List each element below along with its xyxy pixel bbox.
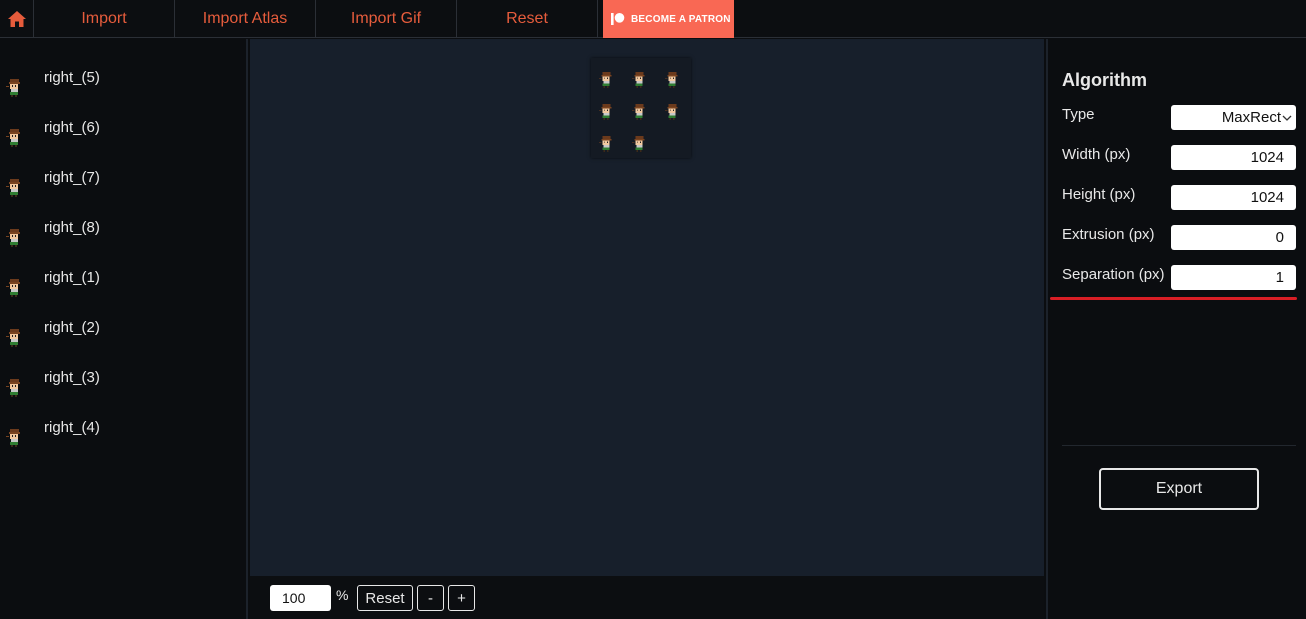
sprite-name: right_(4) bbox=[44, 419, 100, 436]
atlas-sprite bbox=[665, 104, 679, 125]
sprite-list-item[interactable]: right_(4) bbox=[0, 389, 240, 447]
sprite-list-item[interactable]: right_(1) bbox=[0, 239, 240, 297]
sprite-list-item[interactable]: right_(7) bbox=[0, 139, 240, 197]
atlas-sprite bbox=[599, 104, 613, 125]
atlas-sprite bbox=[632, 72, 646, 93]
separation-label: Separation (px) bbox=[1062, 266, 1165, 283]
import-gif-button[interactable]: Import Gif bbox=[316, 0, 457, 38]
patreon-icon bbox=[611, 13, 625, 25]
import-button[interactable]: Import bbox=[34, 0, 175, 38]
sprite-name: right_(8) bbox=[44, 219, 100, 236]
algorithm-title: Algorithm bbox=[1062, 70, 1147, 90]
reset-button[interactable]: Reset bbox=[457, 0, 598, 38]
zoom-in-button[interactable]: + bbox=[448, 585, 475, 611]
home-icon bbox=[7, 11, 26, 27]
atlas-canvas[interactable] bbox=[250, 39, 1044, 576]
export-button[interactable]: Export bbox=[1099, 468, 1259, 510]
chevron-down-icon bbox=[1282, 115, 1292, 121]
type-select-value: MaxRect bbox=[1221, 109, 1281, 126]
import-atlas-button[interactable]: Import Atlas bbox=[175, 0, 316, 38]
zoom-out-button[interactable]: - bbox=[417, 585, 444, 611]
atlas-sprite bbox=[599, 136, 613, 157]
atlas-sprite bbox=[665, 72, 679, 93]
become-patron-button[interactable]: BECOME A PATRON bbox=[603, 0, 734, 38]
sprite-name: right_(3) bbox=[44, 369, 100, 386]
zoom-reset-button[interactable]: Reset bbox=[357, 585, 413, 611]
sprite-name: right_(7) bbox=[44, 169, 100, 186]
sprite-name: right_(2) bbox=[44, 319, 100, 336]
sprite-list: right_(5) right_(6) right_(7) right_(8)righ… bbox=[0, 39, 248, 619]
zoom-percent-label: % bbox=[336, 587, 349, 603]
type-select[interactable]: MaxRect bbox=[1171, 105, 1296, 130]
character-sprite-icon bbox=[6, 429, 22, 452]
extrusion-input[interactable]: 0 bbox=[1171, 225, 1296, 250]
atlas-preview bbox=[591, 58, 691, 158]
home-button[interactable] bbox=[0, 0, 34, 38]
atlas-sprite bbox=[632, 104, 646, 125]
extrusion-label: Extrusion (px) bbox=[1062, 226, 1155, 243]
sprite-name: right_(6) bbox=[44, 119, 100, 136]
top-toolbar: Import Import Atlas Import Gif Reset BEC… bbox=[0, 0, 1306, 38]
type-label: Type bbox=[1062, 106, 1095, 123]
height-label: Height (px) bbox=[1062, 186, 1136, 203]
sprite-list-item[interactable]: right_(6) bbox=[0, 89, 240, 147]
width-input[interactable]: 1024 bbox=[1171, 145, 1296, 170]
sprite-list-item[interactable]: right_(2) bbox=[0, 289, 240, 347]
panel-divider bbox=[1062, 445, 1296, 446]
separation-input[interactable]: 1 bbox=[1171, 265, 1296, 290]
sprite-name: right_(1) bbox=[44, 269, 100, 286]
highlight-underline bbox=[1050, 297, 1297, 300]
atlas-sprite bbox=[632, 136, 646, 157]
patron-label: BECOME A PATRON bbox=[631, 13, 731, 25]
width-label: Width (px) bbox=[1062, 146, 1131, 163]
sprite-list-item[interactable]: right_(3) bbox=[0, 339, 240, 397]
sprite-list-item[interactable]: right_(8) bbox=[0, 189, 240, 247]
sprite-name: right_(5) bbox=[44, 69, 100, 86]
algorithm-panel: Algorithm Type MaxRect Width (px) 1024 H… bbox=[1046, 39, 1306, 619]
sprite-list-item[interactable]: right_(5) bbox=[0, 39, 240, 97]
zoom-input[interactable] bbox=[270, 585, 331, 611]
atlas-sprite bbox=[599, 72, 613, 93]
height-input[interactable]: 1024 bbox=[1171, 185, 1296, 210]
zoom-bar: % Reset - + bbox=[250, 576, 1044, 619]
